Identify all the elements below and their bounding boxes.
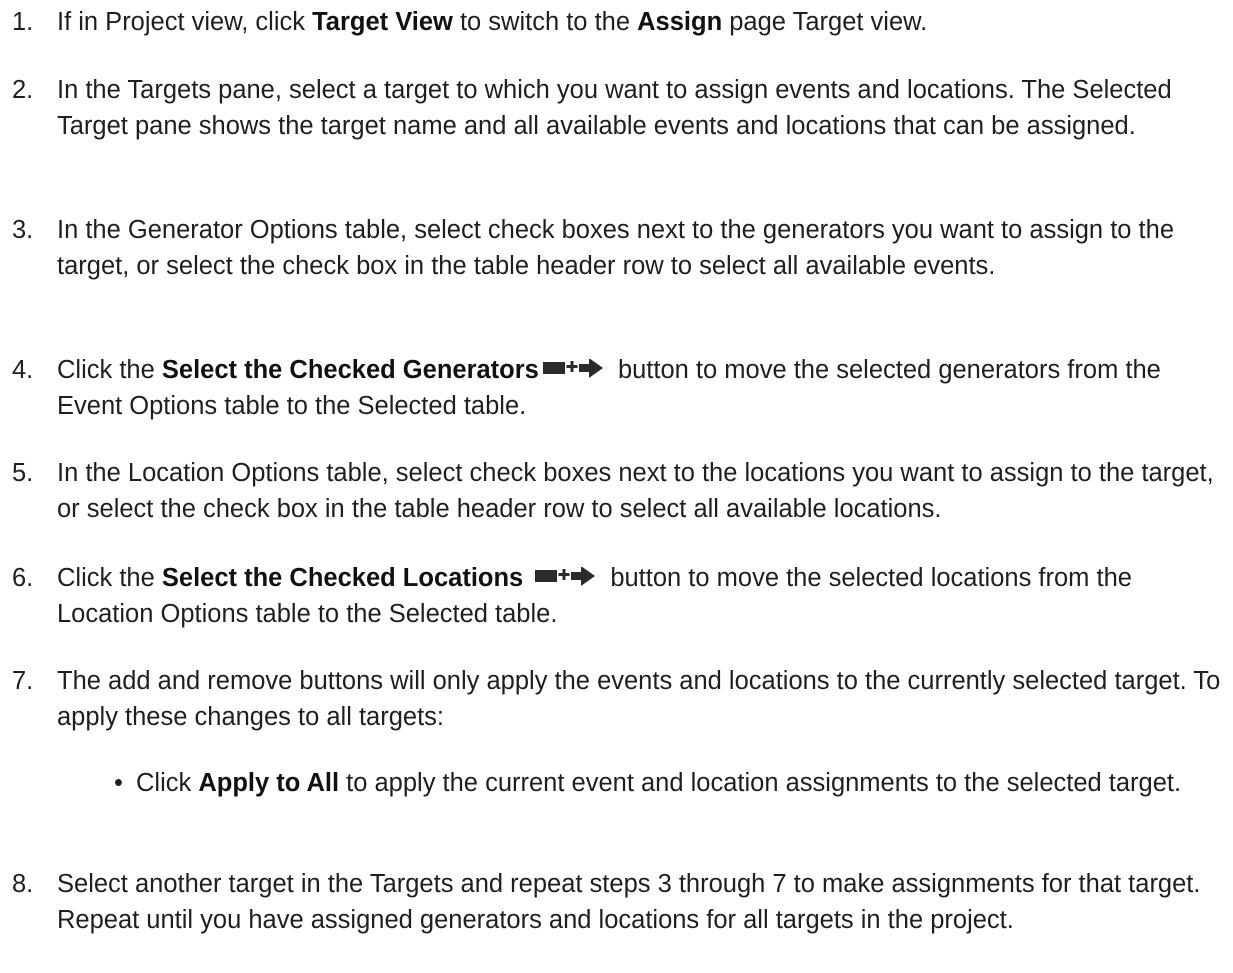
step-number: 5. (12, 459, 34, 487)
step-number: 8. (12, 870, 34, 898)
assign-term: Assign (637, 8, 723, 36)
step-text-run: Click the (57, 564, 162, 592)
step-text: Select another target in the Targets and… (57, 870, 1201, 934)
step-text: Click the Select the Checked Locations b… (57, 560, 1229, 632)
step-text-run: to switch to the (452, 8, 638, 36)
bullet-icon: • (114, 769, 123, 797)
step-text: The add and remove buttons will only app… (57, 667, 1221, 731)
step-text: Click the Select the Checked Generators … (57, 352, 1229, 424)
select-checked-locations-term: Select the Checked Locations (161, 564, 524, 592)
step-text: In the Location Options table, select ch… (57, 459, 1214, 523)
select-checked-add-arrow-icon (542, 353, 605, 378)
step-number: 7. (12, 667, 34, 695)
step-number: 6. (12, 564, 34, 592)
step-text-run: If in Project view, click (57, 8, 313, 36)
step-number: 3. (12, 216, 34, 244)
select-checked-add-arrow-icon (535, 561, 597, 586)
step-text-run: to apply the current event and location … (339, 769, 1182, 797)
step-text-run: Click (136, 769, 199, 797)
step-number: 1. (12, 8, 34, 36)
step-number: 2. (12, 76, 34, 104)
target-view-term: Target View (312, 8, 453, 36)
step-text-run: page Target view. (722, 8, 928, 36)
step-number: 4. (12, 356, 34, 384)
select-checked-generators-term: Select the Checked Generators (161, 356, 539, 384)
subitem-text: Click Apply to All to apply the current … (136, 765, 1226, 801)
step-text: If in Project view, click Target View to… (57, 4, 1229, 40)
apply-to-all-term: Apply to All (198, 769, 340, 797)
step-text-run: Click the (57, 356, 162, 384)
step-text: In the Targets pane, select a target to … (57, 76, 1172, 140)
step-text: In the Generator Options table, select c… (57, 216, 1174, 280)
